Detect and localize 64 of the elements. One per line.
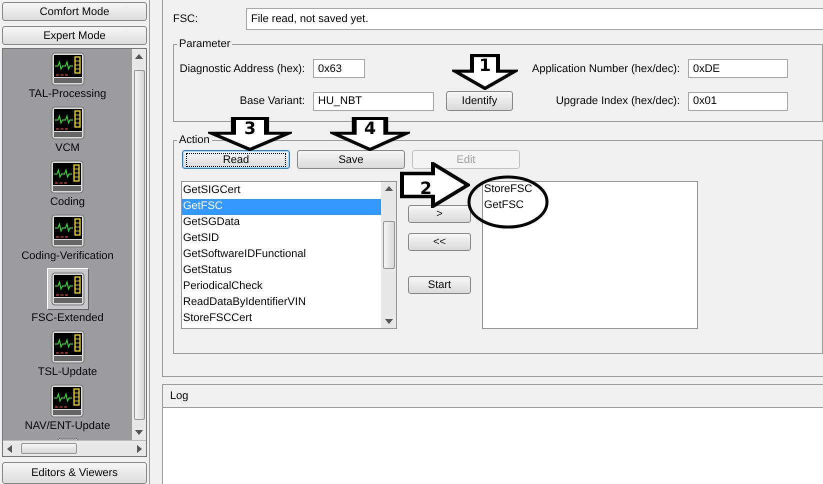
action-button[interactable]: Read xyxy=(182,150,290,169)
section-button[interactable]: Editors & Viewers xyxy=(2,462,147,484)
list-item[interactable]: StoreFSCCert xyxy=(182,311,381,327)
down-arrow-callout xyxy=(452,54,518,90)
group-title: Parameter xyxy=(178,38,232,50)
field-label: Application Number (hex/dec): xyxy=(531,62,680,76)
scroll-up-icon[interactable] xyxy=(384,186,392,191)
scroll-thumb[interactable] xyxy=(134,70,144,420)
input-field[interactable]: 0x01 xyxy=(688,92,788,110)
module-item[interactable]: Coding-Verification xyxy=(21,214,114,268)
callout-number: 1 xyxy=(479,57,491,75)
input-field[interactable]: HU_NBT xyxy=(313,92,434,110)
list-item[interactable]: GetSoftwareIDFunctional xyxy=(182,247,381,263)
move-button[interactable]: << xyxy=(408,233,471,251)
list-item[interactable]: ReadDataByIdentifierVIN xyxy=(182,295,381,311)
field-label: Base Variant: xyxy=(238,94,305,108)
monitor-icon xyxy=(50,52,84,86)
action-button[interactable]: Save xyxy=(297,150,405,169)
monitor-icon xyxy=(50,330,84,364)
scroll-down-icon[interactable] xyxy=(135,430,143,435)
list-item[interactable]: PeriodicalCheck xyxy=(182,279,381,295)
scroll-up-icon[interactable] xyxy=(135,54,143,59)
field-label: Diagnostic Address (hex): xyxy=(179,62,305,76)
move-button[interactable]: > xyxy=(408,205,471,223)
fsc-field[interactable]: File read, not saved yet. xyxy=(246,8,823,30)
module-item[interactable]: TSL-Update xyxy=(38,330,98,384)
scroll-right-icon[interactable] xyxy=(137,444,142,452)
scrollbar[interactable] xyxy=(381,182,396,328)
identify-button[interactable]: Identify xyxy=(446,91,513,111)
list-item[interactable]: GetStatus xyxy=(182,263,381,279)
mode-button[interactable]: Comfort Mode xyxy=(2,2,147,21)
monitor-icon xyxy=(50,214,84,248)
right-arrow-callout xyxy=(400,162,470,208)
list-item[interactable]: GetSID xyxy=(182,231,381,247)
scroll-thumb[interactable] xyxy=(20,443,76,454)
list-item[interactable]: StoreFSC xyxy=(483,182,697,198)
callout-number: 4 xyxy=(364,120,376,138)
monitor-icon xyxy=(50,160,84,194)
list-item[interactable]: GetSGData xyxy=(182,215,381,231)
module-item[interactable]: TAL-Processing xyxy=(28,52,106,106)
field-label: Upgrade Index (hex/dec): xyxy=(554,94,680,108)
group-title: Action xyxy=(178,134,211,146)
module-item[interactable]: VCM xyxy=(50,106,84,160)
log-title: Log xyxy=(170,390,188,402)
module-item[interactable]: Coding xyxy=(50,160,85,214)
monitor-icon xyxy=(50,384,84,418)
callout-number: 2 xyxy=(420,180,432,198)
scroll-left-icon[interactable] xyxy=(7,444,12,452)
module-item[interactable]: NAV/ENT-Update xyxy=(24,384,110,438)
scroll-thumb[interactable] xyxy=(382,221,394,269)
move-button[interactable]: Start xyxy=(408,276,471,294)
scrollbar[interactable] xyxy=(132,49,146,440)
module-item[interactable]: FSC-Extended xyxy=(31,268,104,330)
mode-button[interactable]: Expert Mode xyxy=(2,26,147,45)
monitor-icon xyxy=(50,272,84,306)
fsc-label: FSC: xyxy=(173,13,200,25)
callout-number: 3 xyxy=(244,120,256,138)
list-item[interactable]: GetSIGCert xyxy=(182,183,381,199)
input-field[interactable]: 0x63 xyxy=(313,59,365,78)
monitor-icon xyxy=(50,106,84,140)
scrollbar[interactable] xyxy=(3,440,146,456)
input-field[interactable]: 0xDE xyxy=(688,59,788,78)
list-item[interactable]: GetFSC xyxy=(483,198,697,214)
scroll-down-icon[interactable] xyxy=(384,319,392,324)
